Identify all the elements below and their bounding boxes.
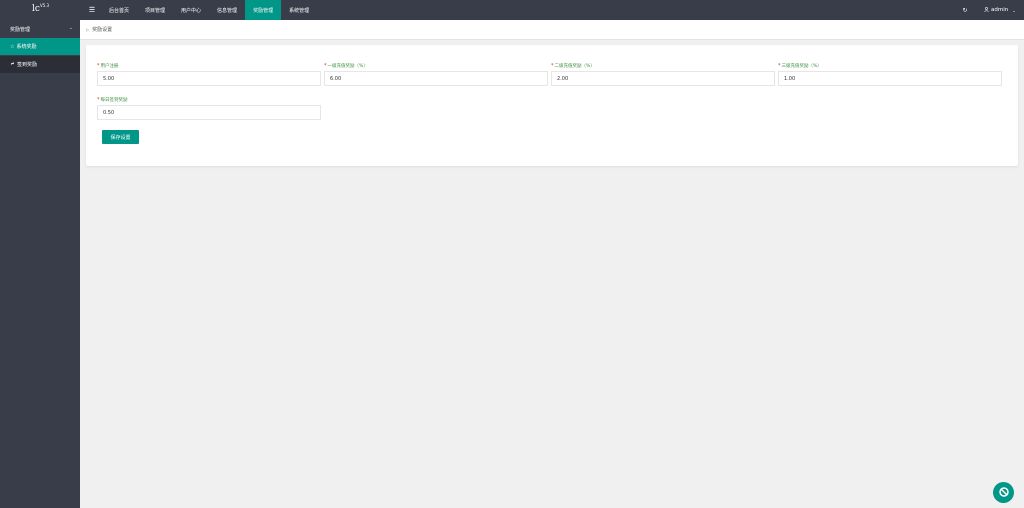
user-icon — [984, 6, 989, 14]
field-level1-reward: * 一级充值奖励（%） 6.00 — [324, 62, 548, 86]
floating-action-button[interactable] — [993, 482, 1014, 503]
logo[interactable]: lc V5.3 — [0, 0, 80, 20]
field-level2-reward: * 二级充值奖励（%） 2.00 — [551, 62, 775, 86]
field-register-reward: * 用户注册 5.00 — [97, 62, 321, 86]
top-nav: 后台首页 项目管理 用户中心 信息管理 奖励管理 系统管理 — [101, 0, 317, 20]
nav-home[interactable]: 后台首页 — [101, 0, 137, 20]
sidebar: 奖励管理 ⌄ ☆ 系统奖励 签到奖励 — [0, 20, 80, 508]
refresh-icon[interactable]: ↻ — [960, 0, 970, 20]
nav-rewards[interactable]: 奖励管理 — [245, 0, 282, 20]
star-icon: ☆ — [10, 43, 15, 50]
sidebar-item-signin-rewards[interactable]: 签到奖励 — [0, 56, 80, 73]
required-mark: * — [778, 63, 781, 69]
logo-version: V5.3 — [40, 3, 50, 8]
menu-toggle-icon[interactable]: ☰ — [86, 0, 98, 20]
sidebar-item-system-rewards[interactable]: ☆ 系统奖励 — [0, 38, 80, 55]
required-mark: * — [324, 63, 327, 69]
field-label: 每日签到奖励 — [100, 98, 128, 103]
breadcrumb: ▷ 奖励设置 — [80, 20, 1024, 40]
nav-projects[interactable]: 项目管理 — [137, 0, 173, 20]
sidebar-group-label: 奖励管理 — [10, 26, 31, 33]
top-header: lc V5.3 ☰ 后台首页 项目管理 用户中心 信息管理 奖励管理 系统管理 … — [0, 0, 1024, 20]
required-mark: * — [97, 97, 100, 103]
user-name: admin — [991, 7, 1009, 13]
required-mark: * — [97, 63, 100, 69]
blocked-icon — [998, 483, 1010, 502]
chevron-down-icon: ⌄ — [68, 25, 73, 31]
register-reward-input[interactable]: 5.00 — [97, 71, 321, 86]
user-menu[interactable]: admin ⌄ — [984, 0, 1016, 20]
sidebar-item-label: 签到奖励 — [17, 62, 38, 68]
field-daily-signin-reward: * 每日签到奖励 0.50 — [97, 96, 321, 120]
daily-signin-reward-input[interactable]: 0.50 — [97, 105, 321, 120]
sidebar-item-label: 系统奖励 — [16, 44, 37, 50]
chevron-down-icon: ⌄ — [1012, 7, 1016, 13]
nav-system[interactable]: 系统管理 — [281, 0, 317, 20]
nav-users[interactable]: 用户中心 — [173, 0, 209, 20]
level1-reward-input[interactable]: 6.00 — [324, 71, 548, 86]
field-level3-reward: * 三级充值奖励（%） 1.00 — [778, 62, 1002, 86]
field-label: 用户注册 — [100, 64, 119, 69]
link-icon — [10, 61, 15, 68]
field-label: 二级充值奖励（%） — [554, 64, 595, 69]
caret-right-icon: ▷ — [86, 27, 90, 32]
nav-info[interactable]: 信息管理 — [209, 0, 245, 20]
settings-card: * 用户注册 5.00 * 一级充值奖励（%） 6.00 * 二级充值奖励（%）… — [86, 45, 1018, 166]
level2-reward-input[interactable]: 2.00 — [551, 71, 775, 86]
save-settings-button[interactable]: 保存设置 — [102, 130, 139, 144]
field-label: 一级充值奖励（%） — [327, 64, 368, 69]
breadcrumb-label[interactable]: 奖励设置 — [92, 26, 112, 33]
logo-text: lc — [32, 4, 40, 14]
field-label: 三级充值奖励（%） — [781, 64, 822, 69]
sidebar-group-rewards[interactable]: 奖励管理 ⌄ — [0, 20, 80, 38]
level3-reward-input[interactable]: 1.00 — [778, 71, 1002, 86]
required-mark: * — [551, 63, 554, 69]
